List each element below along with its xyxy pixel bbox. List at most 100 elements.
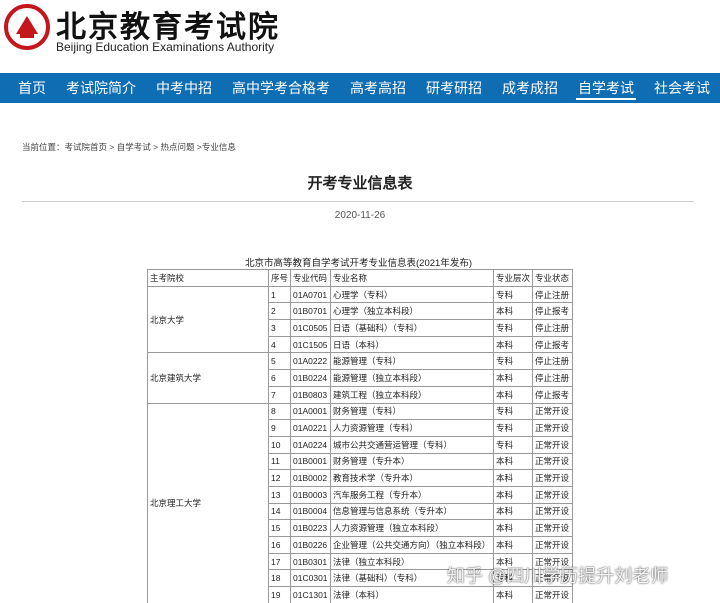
header-cell-name: 专业名称 xyxy=(330,269,495,287)
code-cell: 01B0224 xyxy=(290,369,332,387)
code-cell: 01B0001 xyxy=(290,452,332,471)
main-nav: 首页 考试院简介 中考中招 高中学考合格考 高考高招 研考研招 成考成招 自学考试 社会考试 xyxy=(0,73,720,103)
nav-item-3[interactable]: 高中学考合格考 xyxy=(222,73,340,103)
index-cell: 13 xyxy=(267,485,292,504)
index-cell: 1 xyxy=(267,285,292,304)
nav-item-0[interactable]: 首页 xyxy=(8,73,56,103)
index-cell: 10 xyxy=(267,435,292,454)
index-cell: 14 xyxy=(267,502,292,521)
status-cell: 停止注册 xyxy=(532,319,574,337)
index-cell: 17 xyxy=(267,552,292,571)
logo-icon[interactable] xyxy=(4,4,50,50)
index-cell: 11 xyxy=(267,452,292,471)
code-cell: 01B0301 xyxy=(290,552,332,571)
level-cell: 本科 xyxy=(493,335,534,354)
status-cell: 正常开设 xyxy=(532,502,574,521)
index-cell: 6 xyxy=(267,369,292,387)
breadcrumb-current[interactable]: 专业信息 xyxy=(202,142,236,152)
header-cell-index: 序号 xyxy=(267,269,292,287)
name-cell: 日语（基础科）（专科） xyxy=(330,319,495,337)
nav-item-2[interactable]: 中考中招 xyxy=(146,73,222,103)
status-cell: 正常开设 xyxy=(532,536,574,554)
level-cell: 专科 xyxy=(493,352,534,371)
table-row: 北京大学 1 01A0701 心理学（专科） 专科 停止注册 xyxy=(147,285,574,354)
index-cell: 19 xyxy=(267,586,292,603)
zhihu-watermark: 知乎 @四川学历提升刘老师 xyxy=(447,566,669,586)
nav-item-8[interactable]: 社会考试 xyxy=(644,73,720,103)
index-cell: 12 xyxy=(267,469,292,487)
status-cell: 正常开设 xyxy=(532,586,574,603)
level-cell: 本科 xyxy=(493,536,534,554)
breadcrumb-self-study-link[interactable]: 自学考试 xyxy=(117,142,151,152)
name-cell: 能源管理（独立本科段） xyxy=(330,369,495,387)
nav-item-1[interactable]: 考试院简介 xyxy=(56,73,146,103)
status-cell: 正常开设 xyxy=(532,435,574,454)
table-header-row: 主考院校 序号 专业代码 专业名称 专业层次 专业状态 xyxy=(147,269,574,287)
name-cell: 信息管理与信息系统（专升本） xyxy=(330,502,495,521)
breadcrumb-hot-topics-link[interactable]: 热点问题 xyxy=(160,142,194,152)
level-cell: 专科 xyxy=(493,435,534,454)
breadcrumb-home-link[interactable]: 考试院首页 xyxy=(65,142,108,152)
name-cell: 能源管理（专科） xyxy=(330,352,495,371)
code-cell: 01B0223 xyxy=(290,519,332,537)
code-cell: 01A0001 xyxy=(290,402,332,421)
index-cell: 4 xyxy=(267,335,292,354)
status-cell: 停止注册 xyxy=(532,369,574,387)
index-cell: 8 xyxy=(267,402,292,421)
code-cell: 01B0004 xyxy=(290,502,332,521)
table-caption: 北京市高等教育自学考试开考专业信息表(2021年发布) xyxy=(245,258,472,269)
code-cell: 01A0221 xyxy=(290,419,332,437)
code-cell: 01C0301 xyxy=(290,569,332,588)
code-cell: 01B0002 xyxy=(290,469,332,487)
status-cell: 正常开设 xyxy=(532,452,574,471)
nav-item-7[interactable]: 自学考试 xyxy=(568,73,644,103)
status-cell: 正常开设 xyxy=(532,519,574,537)
code-cell: 01C1301 xyxy=(290,586,332,603)
level-cell: 本科 xyxy=(493,502,534,521)
index-cell: 7 xyxy=(267,385,292,404)
index-cell: 5 xyxy=(267,352,292,371)
status-cell: 停止注册 xyxy=(532,285,574,304)
code-cell: 01B0226 xyxy=(290,536,332,554)
page-title: 开考专业信息表 xyxy=(307,175,413,192)
logo-subtitle: Beijing Education Examinations Authority xyxy=(56,40,275,54)
header-cell-level: 专业层次 xyxy=(493,269,534,287)
code-cell: 01C1505 xyxy=(290,335,332,354)
code-cell: 01B0003 xyxy=(290,485,332,504)
index-cell: 16 xyxy=(267,536,292,554)
level-cell: 本科 xyxy=(493,385,534,404)
breadcrumb: 当前位置：考试院首页 > 自学考试 > 热点问题 >专业信息 xyxy=(22,141,236,153)
name-cell: 财务管理（专升本） xyxy=(330,452,495,471)
index-cell: 3 xyxy=(267,319,292,337)
name-cell: 教育技术学（专升本） xyxy=(330,469,495,487)
status-cell: 停止注册 xyxy=(532,352,574,371)
name-cell: 日语（本科） xyxy=(330,335,495,354)
major-info-table: 主考院校 序号 专业代码 专业名称 专业层次 专业状态 北京大学 1 01A0701… xyxy=(147,269,574,603)
status-cell: 正常开设 xyxy=(532,419,574,437)
name-cell: 人力资源管理（专科） xyxy=(330,419,495,437)
nav-item-5[interactable]: 研考研招 xyxy=(416,73,492,103)
table-row: 北京理工大学 8 01A0001 财务管理（专科） 专科 正常开设 xyxy=(147,402,574,603)
level-cell: 专科 xyxy=(493,419,534,437)
school-cell: 北京理工大学 xyxy=(147,402,269,603)
index-cell: 9 xyxy=(267,419,292,437)
name-cell: 心理学（独立本科段） xyxy=(330,302,495,321)
level-cell: 本科 xyxy=(493,452,534,471)
name-cell: 城市公共交通营运管理（专科） xyxy=(330,435,495,454)
name-cell: 法律（本科） xyxy=(330,586,495,603)
nav-item-4[interactable]: 高考高招 xyxy=(340,73,416,103)
code-cell: 01A0222 xyxy=(290,352,332,371)
index-cell: 2 xyxy=(267,302,292,321)
name-cell: 心理学（专科） xyxy=(330,285,495,304)
publish-date: 2020-11-26 xyxy=(334,210,386,221)
header-cell-code: 专业代码 xyxy=(290,269,332,287)
site-header: 北京教育考试院 Beijing Education Examinations A… xyxy=(0,0,720,70)
index-cell: 18 xyxy=(267,569,292,588)
code-cell: 01C0505 xyxy=(290,319,332,337)
code-cell: 01B0803 xyxy=(290,385,332,404)
school-cell: 北京大学 xyxy=(147,285,269,354)
status-cell: 停止报考 xyxy=(532,302,574,321)
status-cell: 正常开设 xyxy=(532,485,574,504)
nav-item-6[interactable]: 成考成招 xyxy=(492,73,568,103)
header-cell-school: 主考院校 xyxy=(147,269,269,287)
